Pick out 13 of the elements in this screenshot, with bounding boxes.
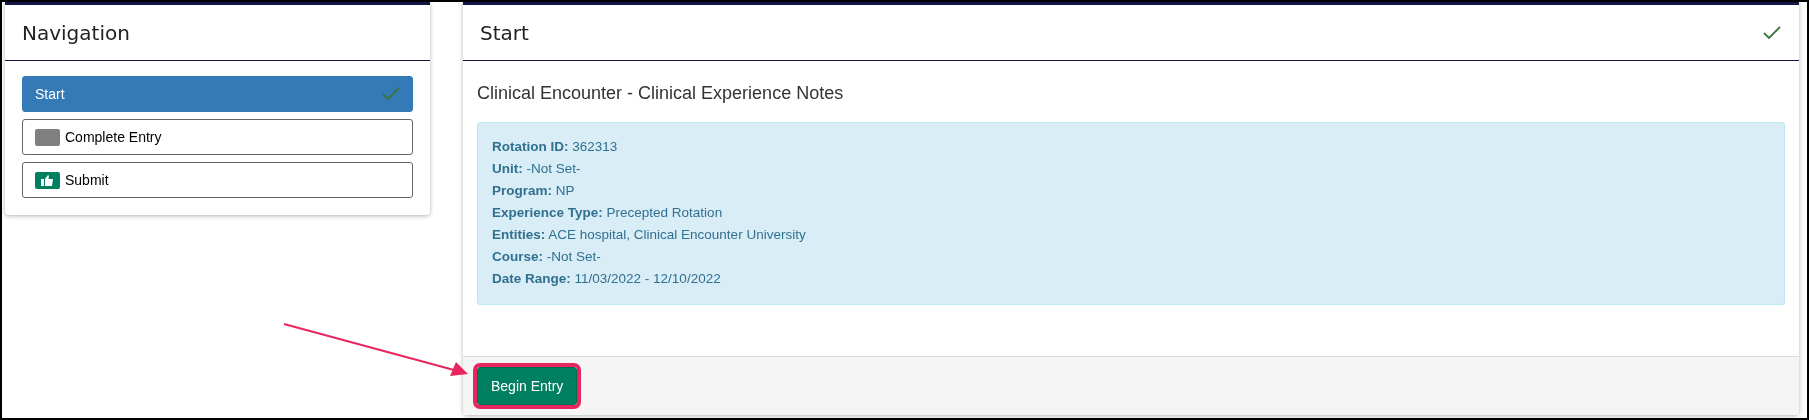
detail-row-text: Unit: -Not Set- bbox=[492, 160, 582, 178]
panel-title: Start bbox=[480, 20, 529, 45]
detail-row-text: Course: -Not Set- bbox=[492, 248, 602, 266]
nav-item[interactable]: Start bbox=[22, 76, 413, 112]
detail-row-text: Date Range: 11/03/2022 - 12/10/2022 bbox=[492, 270, 722, 288]
panel-title: Navigation bbox=[22, 20, 130, 45]
detail-row-text: Entities: ACE hospital, Clinical Encounter University bbox=[492, 226, 807, 244]
section-heading: Clinical Encounter - Clinical Experience Notes bbox=[477, 83, 845, 104]
detail-row-text: Experience Type: Precepted Rotation bbox=[492, 204, 724, 222]
nav-item[interactable]: Submit bbox=[22, 162, 413, 198]
detail-row-text: Rotation ID: 362313 bbox=[492, 138, 619, 156]
nav-item[interactable]: Complete Entry bbox=[22, 119, 413, 155]
detail-row-text: Program: NP bbox=[492, 182, 576, 200]
